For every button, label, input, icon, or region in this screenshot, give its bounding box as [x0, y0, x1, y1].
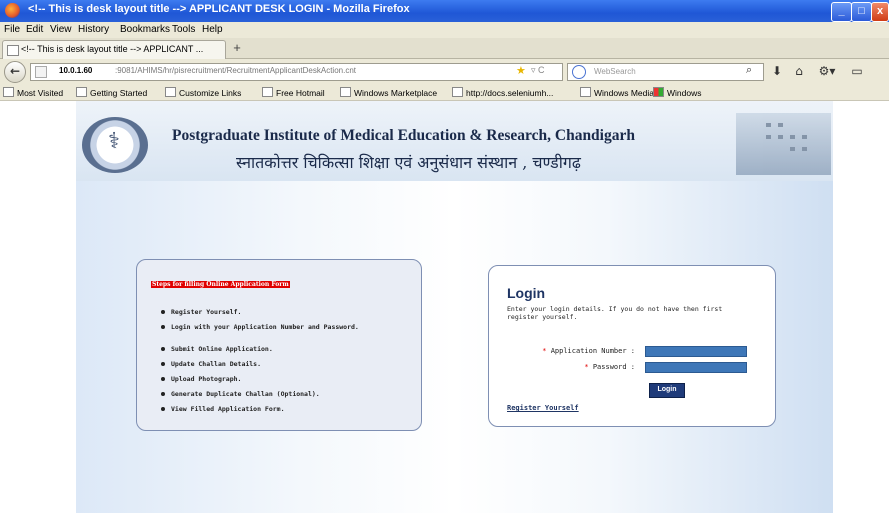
- close-button[interactable]: x: [871, 2, 889, 22]
- step-item: Generate Duplicate Challan (Optional).: [161, 390, 361, 398]
- tab-bar: <!-- This is desk layout title --> APPLI…: [0, 38, 889, 59]
- search-input[interactable]: WebSearch ⌕: [567, 63, 764, 81]
- bookmark-most-visited[interactable]: Most Visited: [3, 87, 63, 98]
- menu-icon[interactable]: ▭: [848, 64, 866, 80]
- logo-emblem-icon: ⚕: [108, 129, 120, 154]
- required-mark: *: [542, 347, 547, 355]
- step-item: Login with your Application Number and P…: [161, 323, 361, 331]
- bookmark-windows-marketplace[interactable]: Windows Marketplace: [340, 87, 437, 98]
- page-body: ⚕ Postgraduate Institute of Medical Educ…: [76, 101, 833, 513]
- url-path: :9081/AHIMS/hr/pisrecruitment/Recruitmen…: [115, 66, 356, 75]
- menu-file[interactable]: File: [4, 24, 20, 35]
- menu-tools[interactable]: Tools: [172, 24, 195, 35]
- step-item: View Filled Application Form.: [161, 405, 361, 413]
- windows-icon: [653, 87, 664, 97]
- bullet-icon: [161, 325, 165, 329]
- bullet-icon: [161, 310, 165, 314]
- menu-edit[interactable]: Edit: [26, 24, 43, 35]
- step-item: Upload Photograph.: [161, 375, 361, 383]
- home-icon[interactable]: ⌂: [790, 64, 808, 80]
- bookmark-icon: [262, 87, 273, 97]
- steps-title: Steps for filling Online Application For…: [151, 281, 290, 288]
- bookmark-icon: [580, 87, 591, 97]
- window-title: <!-- This is desk layout title --> APPLI…: [28, 3, 410, 15]
- step-item: Update Challan Details.: [161, 360, 361, 368]
- bookmark-getting-started[interactable]: Getting Started: [76, 87, 147, 98]
- page-icon: [7, 45, 19, 56]
- bookmark-icon: [165, 87, 176, 97]
- bookmark-windows-media[interactable]: Windows Media: [580, 87, 654, 98]
- site-icon: [35, 66, 47, 78]
- menu-bookmarks[interactable]: Bookmarks: [120, 24, 170, 35]
- download-icon[interactable]: ⬇: [768, 64, 786, 80]
- step-item: Submit Online Application.: [161, 345, 361, 353]
- tab-label: <!-- This is desk layout title --> APPLI…: [21, 44, 204, 54]
- back-button[interactable]: ←: [4, 61, 26, 83]
- search-placeholder: WebSearch: [594, 67, 636, 76]
- page-content: ⚕ Postgraduate Institute of Medical Educ…: [0, 101, 889, 513]
- url-bar[interactable]: 10.0.1.60 :9081/AHIMS/hr/pisrecruitment/…: [30, 63, 563, 81]
- search-icon[interactable]: ⌕: [746, 64, 752, 77]
- new-tab-button[interactable]: +: [228, 41, 246, 56]
- bookmark-selenium-docs[interactable]: http://docs.seleniumh...: [452, 87, 553, 98]
- bookmark-star-icon[interactable]: ★: [516, 64, 526, 77]
- login-description: Enter your login details. If you do not …: [507, 305, 723, 321]
- menu-bar: File Edit View History Bookmarks Tools H…: [0, 22, 889, 38]
- bullet-icon: [161, 407, 165, 411]
- application-number-input[interactable]: [645, 346, 747, 357]
- building-image: [736, 113, 831, 175]
- bullet-icon: [161, 377, 165, 381]
- bookmarks-bar: Most Visited Getting Started Customize L…: [0, 84, 889, 101]
- register-yourself-link[interactable]: Register Yourself: [507, 404, 579, 412]
- reload-icon[interactable]: ▿ C: [531, 65, 545, 76]
- firefox-icon: [5, 3, 20, 18]
- bookmark-windows[interactable]: Windows: [653, 87, 701, 98]
- search-engine-icon[interactable]: [572, 65, 586, 79]
- step-item: Register Yourself.: [161, 308, 361, 316]
- institute-logo: ⚕: [82, 117, 148, 173]
- window-title-bar[interactable]: <!-- This is desk layout title --> APPLI…: [0, 0, 889, 22]
- url-host: 10.0.1.60: [59, 66, 93, 75]
- bookmark-customize-links[interactable]: Customize Links: [165, 87, 241, 98]
- bookmark-icon: [452, 87, 463, 97]
- bullet-icon: [161, 362, 165, 366]
- application-number-label: * Application Number :: [542, 347, 635, 355]
- bullet-icon: [161, 347, 165, 351]
- tab-applicant-desk[interactable]: <!-- This is desk layout title --> APPLI…: [2, 40, 226, 59]
- password-input[interactable]: [645, 362, 747, 373]
- menu-history[interactable]: History: [78, 24, 109, 35]
- menu-help[interactable]: Help: [202, 24, 223, 35]
- steps-panel: Steps for filling Online Application For…: [136, 259, 422, 431]
- bookmark-free-hotmail[interactable]: Free Hotmail: [262, 87, 325, 98]
- site-header: ⚕ Postgraduate Institute of Medical Educ…: [76, 101, 833, 181]
- menu-view[interactable]: View: [50, 24, 72, 35]
- maximize-button[interactable]: □: [851, 2, 872, 22]
- minimize-button[interactable]: _: [831, 2, 852, 22]
- navigation-bar: ← 10.0.1.60 :9081/AHIMS/hr/pisrecruitmen…: [0, 59, 889, 84]
- bookmark-icon: [3, 87, 14, 97]
- addon-icon[interactable]: ⚙▾: [812, 64, 842, 80]
- login-panel: Login Enter your login details. If you d…: [488, 265, 776, 427]
- institute-name-english: Postgraduate Institute of Medical Educat…: [172, 127, 635, 144]
- bookmark-icon: [76, 87, 87, 97]
- bookmark-icon: [340, 87, 351, 97]
- institute-name-hindi: स्नातकोत्तर चिकित्सा शिक्षा एवं अनुसंधान…: [236, 153, 581, 172]
- bullet-icon: [161, 392, 165, 396]
- password-label: * Password :: [584, 363, 635, 371]
- required-mark: *: [584, 363, 589, 371]
- login-button[interactable]: Login: [649, 383, 685, 398]
- login-title: Login: [507, 285, 546, 301]
